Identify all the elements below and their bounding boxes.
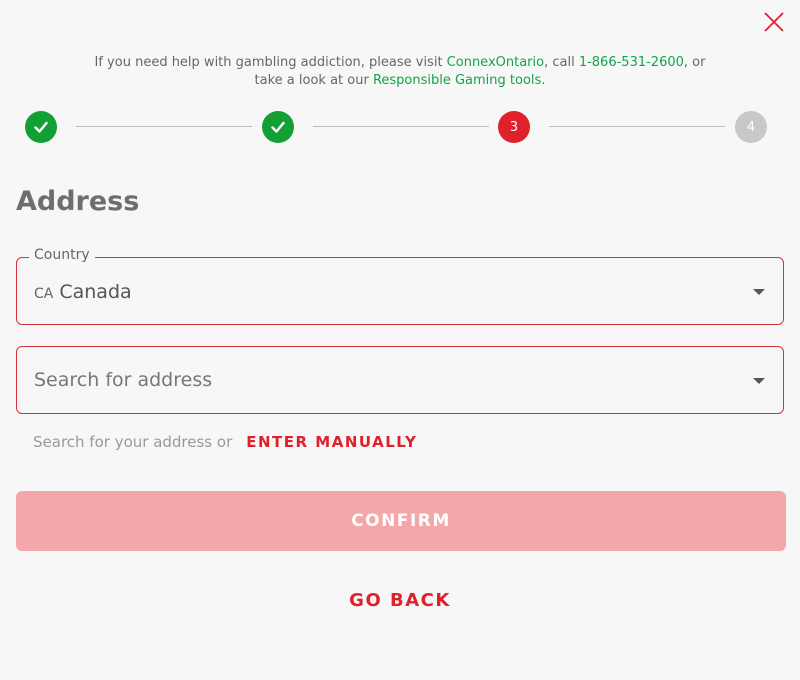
check-icon	[271, 121, 285, 133]
confirm-button[interactable]: CONFIRM	[16, 491, 786, 551]
page-title: Address	[16, 186, 140, 217]
step-3-current: 3	[498, 111, 530, 143]
country-select[interactable]: Country CA Canada	[16, 247, 784, 325]
check-icon	[34, 121, 48, 133]
step-connector	[313, 126, 489, 127]
responsible-gaming-notice: If you need help with gambling addiction…	[80, 54, 720, 90]
notice-text-4: .	[541, 73, 546, 88]
responsible-gaming-tools-link[interactable]: Responsible Gaming tools	[373, 73, 541, 88]
country-name: Canada	[59, 281, 132, 303]
connexontario-link[interactable]: ConnexOntario	[447, 55, 544, 70]
notice-text-2: , call	[544, 55, 579, 70]
address-search-input[interactable]	[34, 365, 734, 395]
helpline-phone-link[interactable]: 1-866-531-2600	[579, 55, 684, 70]
hint-text: Search for your address or	[33, 433, 233, 451]
country-label: Country	[29, 247, 95, 263]
country-value: CA Canada	[34, 281, 132, 303]
close-button[interactable]	[762, 10, 786, 34]
step-1-complete	[25, 111, 57, 143]
step-connector	[76, 126, 252, 127]
enter-manually-link[interactable]: ENTER MANUALLY	[246, 433, 417, 451]
close-icon	[764, 12, 784, 32]
chevron-down-icon	[753, 289, 765, 295]
progress-stepper: 3 4	[25, 111, 767, 143]
step-4-pending: 4	[735, 111, 767, 143]
step-connector	[549, 126, 725, 127]
country-code: CA	[34, 286, 54, 302]
address-hint: Search for your address or ENTER MANUALL…	[33, 433, 417, 451]
chevron-down-icon	[753, 378, 765, 384]
step-2-complete	[262, 111, 294, 143]
notice-text-1: If you need help with gambling addiction…	[94, 55, 447, 70]
address-search-field[interactable]	[16, 346, 784, 414]
go-back-button[interactable]: GO BACK	[0, 590, 800, 611]
